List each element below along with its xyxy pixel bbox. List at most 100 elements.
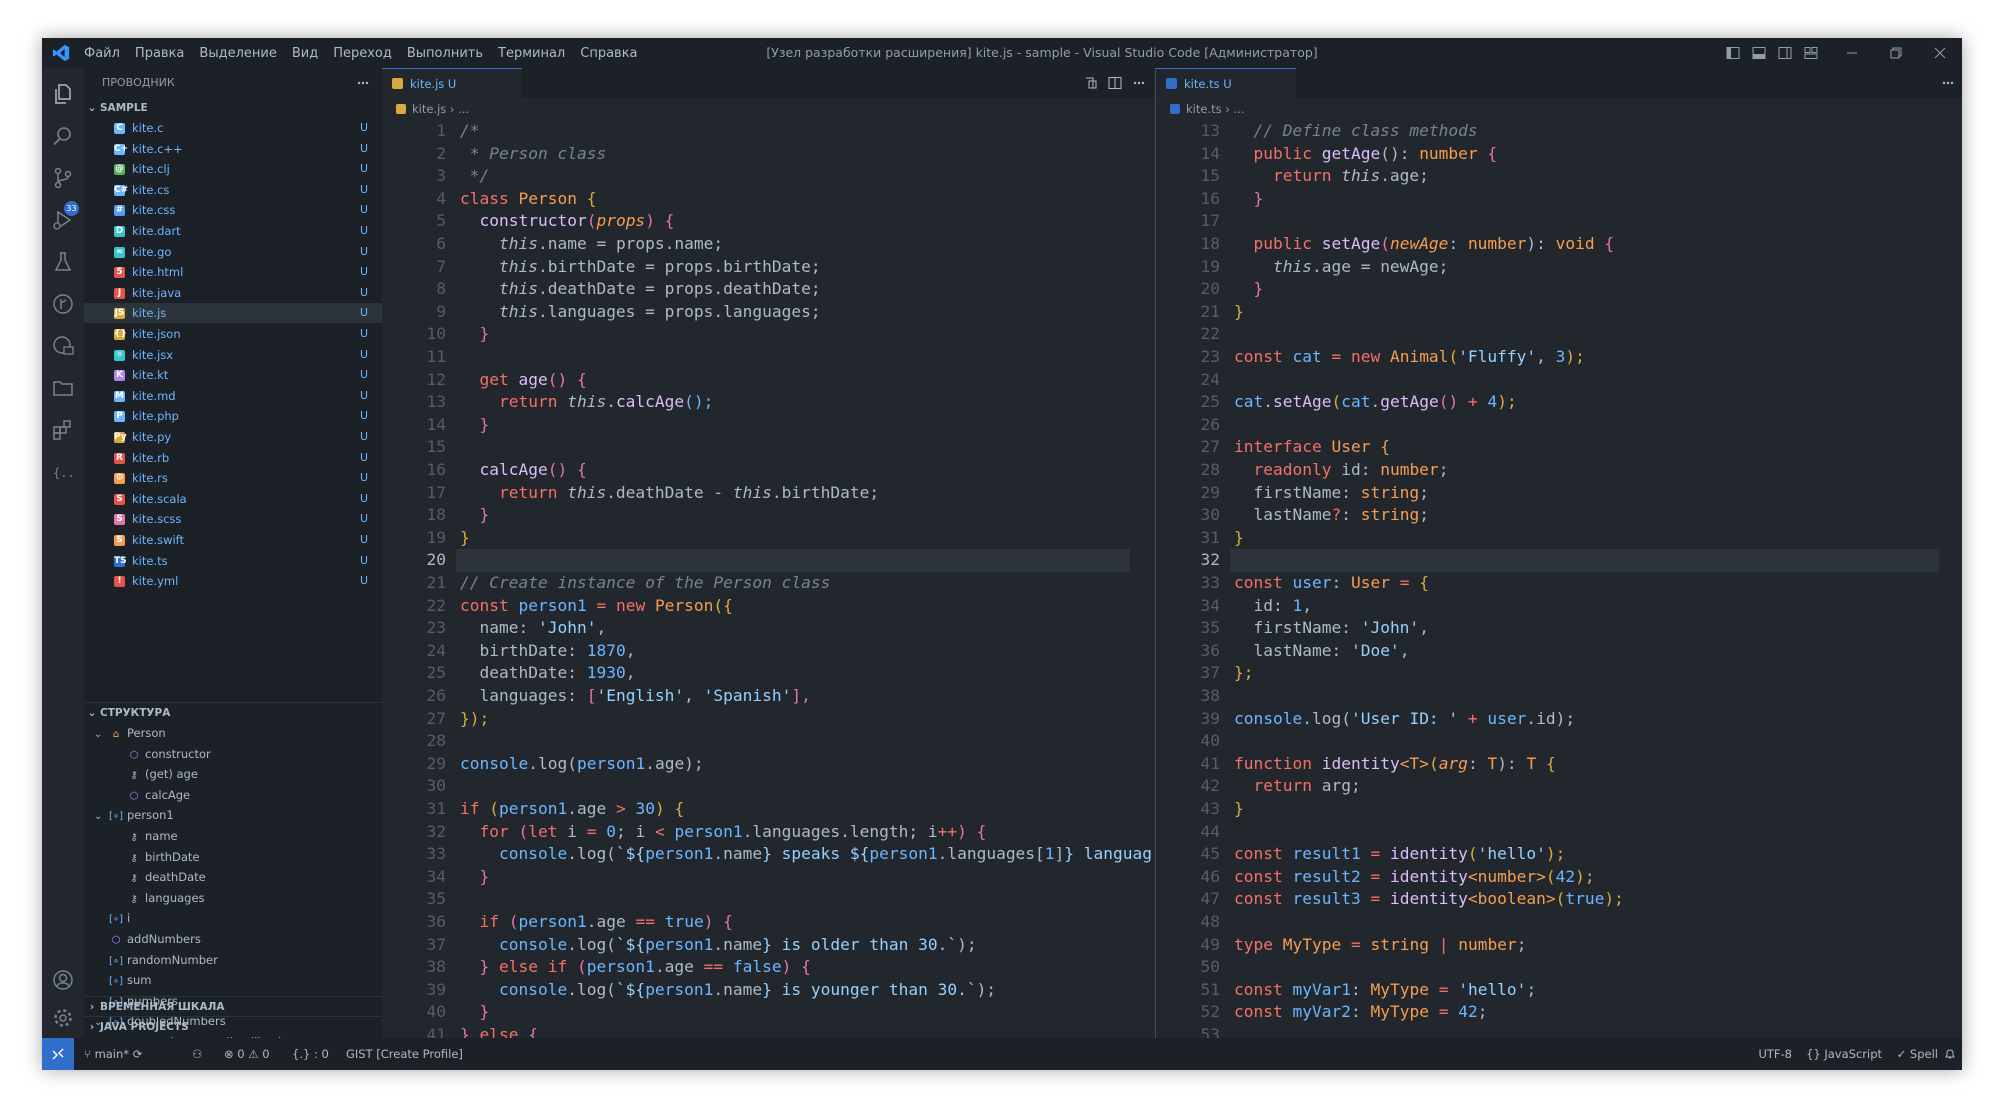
menu-go[interactable]: Переход xyxy=(333,46,392,61)
file-item[interactable]: JS kite.js U xyxy=(84,303,382,324)
toggle-panel-icon[interactable] xyxy=(1752,46,1766,60)
problems-indicator[interactable]: ⊗ 0 ⚠ 0 xyxy=(224,1038,270,1070)
source-control-icon[interactable] xyxy=(51,166,75,190)
outline-item[interactable]: [∘] sum xyxy=(94,970,152,990)
file-item[interactable]: Rkite.rb U xyxy=(84,448,382,468)
outline-item[interactable]: ⬡ calcAge xyxy=(112,785,191,805)
folder-section-header[interactable]: ⌄ SAMPLE xyxy=(84,98,382,118)
outline-item[interactable]: ⬡ addNumbers xyxy=(94,929,201,949)
notifications-bell-icon[interactable] xyxy=(1944,1048,1956,1060)
account-icon[interactable] xyxy=(51,968,75,992)
remote-indicator[interactable] xyxy=(42,1038,74,1070)
tab-kite-ts[interactable]: kite.ts U xyxy=(1156,68,1296,99)
outline-label: (get) age xyxy=(145,767,198,782)
code-line: firstName: string; xyxy=(1234,482,1429,502)
testing-icon[interactable] xyxy=(51,250,75,274)
line-number: 36 xyxy=(426,912,447,931)
menu-edit[interactable]: Правка xyxy=(135,46,184,61)
file-item[interactable]: Skite.swift U xyxy=(84,530,382,550)
menu-file[interactable]: Файл xyxy=(84,46,120,61)
file-name: kite.ts xyxy=(132,553,168,568)
restore-button[interactable] xyxy=(1874,38,1918,68)
java-projects-section-header[interactable]: › JAVA PROJECTS xyxy=(84,1016,382,1037)
outline-item[interactable]: ⚷ languages xyxy=(112,888,204,908)
minimize-button[interactable] xyxy=(1830,38,1874,68)
file-item[interactable]: # kite.css U xyxy=(84,200,382,220)
file-item[interactable]: Py kite.py U xyxy=(84,427,382,447)
timeline-section-header[interactable]: › ВРЕМЕННАЯ ШКАЛА xyxy=(84,996,382,1017)
symbol-icon: ⬡ xyxy=(129,790,139,802)
file-item[interactable]: Dkite.dart U xyxy=(84,221,382,241)
line-number: 10 xyxy=(426,324,447,344)
git-graph-icon[interactable] xyxy=(51,292,75,316)
line-number: 40 xyxy=(1200,731,1221,751)
settings-gear-icon[interactable] xyxy=(51,1006,75,1030)
customize-layout-icon[interactable] xyxy=(1804,46,1818,60)
outline-item[interactable]: ⚷ name xyxy=(112,826,177,846)
outline-item[interactable]: ⌄ [∘] person1 xyxy=(94,805,174,825)
outline-item[interactable]: ⚷ birthDate xyxy=(112,847,199,867)
file-item[interactable]: Mkite.md U xyxy=(84,386,382,406)
branch-indicator[interactable]: ⑂ main* ⟳ xyxy=(84,1038,142,1070)
file-item[interactable]: ! kite.yml U xyxy=(84,571,382,591)
line-number: 37 xyxy=(426,934,447,954)
file-item[interactable]: ∞ kite.go U xyxy=(84,242,382,262)
code-line: this.birthDate = props.birthDate; xyxy=(460,256,821,276)
breadcrumb-text[interactable]: kite.ts › ... xyxy=(1186,98,1244,120)
toggle-secondary-sidebar-icon[interactable] xyxy=(1778,46,1792,60)
file-item[interactable]: Skite.scala U xyxy=(84,489,382,509)
code-area[interactable]: 13 // Define class methods 14 public getA… xyxy=(1156,120,1962,1038)
search-icon[interactable] xyxy=(51,124,75,148)
menu-view[interactable]: Вид xyxy=(292,46,318,61)
git-status-badge: U xyxy=(359,471,368,485)
encoding-indicator[interactable]: UTF-8 xyxy=(1758,1038,1792,1070)
breadcrumb-text[interactable]: kite.js › ... xyxy=(412,98,469,120)
code-line: */ xyxy=(460,166,490,186)
line-number: 19 xyxy=(426,527,447,547)
file-item[interactable]: C+ kite.c++ U xyxy=(84,139,382,159)
outline-item[interactable]: ⬡ constructor xyxy=(112,744,211,764)
line-number: 4 xyxy=(436,188,446,208)
toggle-sidebar-icon[interactable] xyxy=(1726,46,1740,60)
file-item[interactable]: Skite.scss U xyxy=(84,509,382,529)
menu-run[interactable]: Выполнить xyxy=(407,46,483,61)
folder-icon[interactable] xyxy=(51,376,75,400)
more-actions-icon[interactable] xyxy=(1132,76,1146,90)
code-area[interactable]: 1/* 2 * Person class 3 */4 class Person {5 … xyxy=(382,120,1154,1038)
outline-item[interactable]: [∘] randomNumber xyxy=(94,950,218,970)
explorer-icon[interactable] xyxy=(51,82,75,106)
file-item[interactable]: Ckite.c U xyxy=(84,118,382,138)
file-item[interactable]: ⚙ kite.rs U xyxy=(84,468,382,488)
language-mode[interactable]: {} JavaScript xyxy=(1806,1038,1882,1070)
menu-selection[interactable]: Выделение xyxy=(199,46,276,61)
file-item[interactable]: @ kite.clj U xyxy=(84,159,382,179)
extensions-icon[interactable] xyxy=(51,418,75,442)
line-number: 28 xyxy=(1200,460,1221,479)
gist-indicator[interactable]: GIST [Create Profile] xyxy=(346,1038,463,1070)
remote-explorer-icon[interactable] xyxy=(51,334,75,358)
file-item[interactable]: Kkite.kt U xyxy=(84,365,382,385)
spell-indicator[interactable]: ✓ Spell xyxy=(1897,1038,1938,1070)
outline-section-header[interactable]: ⌄ СТРУКТУРА xyxy=(84,702,382,723)
more-actions-icon[interactable] xyxy=(356,76,370,90)
file-item[interactable]: C# kite.cs U xyxy=(84,180,382,200)
run-debug-icon[interactable] xyxy=(51,208,75,232)
outline-item[interactable]: ⚷ (get) age xyxy=(112,764,198,784)
file-item[interactable]: Pkite.php U xyxy=(84,406,382,426)
split-editor-icon[interactable] xyxy=(1108,76,1122,90)
file-item[interactable]: 5 kite.html U xyxy=(84,262,382,282)
outline-item[interactable]: ⌄ ⌂ Person xyxy=(94,723,166,743)
outline-item[interactable]: [∘] i xyxy=(94,908,130,928)
file-item[interactable]: Jkite.java U xyxy=(84,283,382,303)
json-icon[interactable]: {..} xyxy=(51,460,75,484)
outline-item[interactable]: ⚷ deathDate xyxy=(112,867,205,887)
close-button[interactable] xyxy=(1918,38,1962,68)
open-changes-icon[interactable] xyxy=(1084,76,1098,90)
file-item[interactable]: TS kite.ts U xyxy=(84,551,382,571)
more-actions-icon[interactable] xyxy=(1941,76,1955,90)
tab-kite-js[interactable]: kite.js U xyxy=(382,68,522,99)
selection-indicator[interactable]: {.} : 0 xyxy=(292,1038,329,1070)
file-item[interactable]: {} kite.json U xyxy=(84,324,382,344)
file-item[interactable]: ⚛ kite.jsx U xyxy=(84,345,382,365)
live-share-icon[interactable]: ⚇ xyxy=(192,1038,202,1070)
